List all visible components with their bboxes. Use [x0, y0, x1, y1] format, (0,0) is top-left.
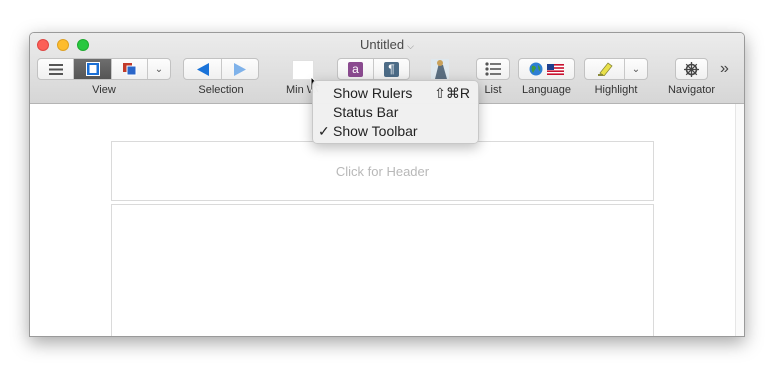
view-caption: View [92, 84, 116, 96]
navigator-button[interactable] [675, 58, 708, 80]
character-style-button[interactable]: a [338, 59, 374, 79]
document-window: Untitled ⌵ ⌄ View Selection Min W a ¶ Li… [29, 32, 745, 337]
chevron-down-icon: ⌄ [631, 63, 641, 75]
selection-forward-button[interactable] [222, 59, 258, 79]
highlight-caption: Highlight [594, 84, 638, 96]
hamburger-icon [48, 63, 63, 75]
format-control: a ¶ [337, 58, 410, 80]
arrow-left-icon [196, 62, 209, 76]
checkmark-icon: ✓ [318, 123, 330, 139]
view-control: ⌄ [37, 58, 171, 80]
menu-item-show-rulers[interactable]: Show Rulers ⇧⌘R [313, 85, 480, 104]
ship-wheel-icon [684, 61, 699, 77]
menu-item-shortcut: ⇧⌘R [434, 85, 470, 101]
highlight-control: ⌄ [584, 58, 648, 80]
language-caption: Language [522, 84, 571, 96]
window-title[interactable]: Untitled ⌵ [30, 37, 744, 52]
highlight-button[interactable] [585, 59, 625, 79]
window-title-text: Untitled [360, 37, 405, 52]
title-chevron-icon: ⌵ [407, 41, 414, 51]
continuous-layout-icon [123, 63, 137, 76]
paragraph-icon: ¶ [384, 61, 399, 77]
menu-item-label: Status Bar [333, 104, 399, 120]
view-continuous-button[interactable] [112, 59, 148, 79]
menu-item-label: Show Toolbar [333, 123, 418, 139]
view-sidebar-button[interactable] [38, 59, 74, 79]
selection-control [183, 58, 259, 80]
toolbar-overflow-button[interactable]: » [720, 60, 729, 78]
document-body[interactable] [111, 204, 654, 336]
highlighter-icon [597, 62, 613, 76]
view-page-button[interactable] [74, 59, 112, 79]
list-button[interactable] [476, 58, 510, 80]
character-style-icon: a [348, 61, 363, 77]
menu-item-status-bar[interactable]: Status Bar [313, 104, 480, 123]
selection-back-button[interactable] [184, 59, 222, 79]
header-placeholder-text: Click for Header [335, 163, 430, 179]
bullet-list-icon [485, 62, 501, 76]
menu-item-show-toolbar[interactable]: ✓ Show Toolbar [313, 123, 480, 142]
language-button[interactable] [518, 58, 575, 80]
us-flag-icon [547, 63, 564, 75]
globe-icon [529, 62, 543, 76]
list-caption: List [484, 84, 502, 96]
header-placeholder[interactable]: Click for Header [111, 141, 654, 201]
highlight-menu-button[interactable]: ⌄ [625, 59, 647, 79]
view-options-menu: Show Rulers ⇧⌘R Status Bar ✓ Show Toolba… [312, 80, 479, 144]
selection-caption: Selection [198, 84, 244, 96]
menu-item-label: Show Rulers [333, 85, 413, 101]
image-icon[interactable] [431, 59, 449, 79]
chevron-down-icon: ⌄ [154, 63, 164, 75]
view-menu-button[interactable]: ⌄ [148, 59, 170, 79]
paragraph-style-button[interactable]: ¶ [374, 59, 409, 79]
vertical-scrollbar[interactable] [735, 104, 744, 336]
arrow-right-icon [234, 62, 246, 76]
page-layout-icon [85, 62, 100, 76]
navigator-caption: Navigator [667, 84, 716, 96]
